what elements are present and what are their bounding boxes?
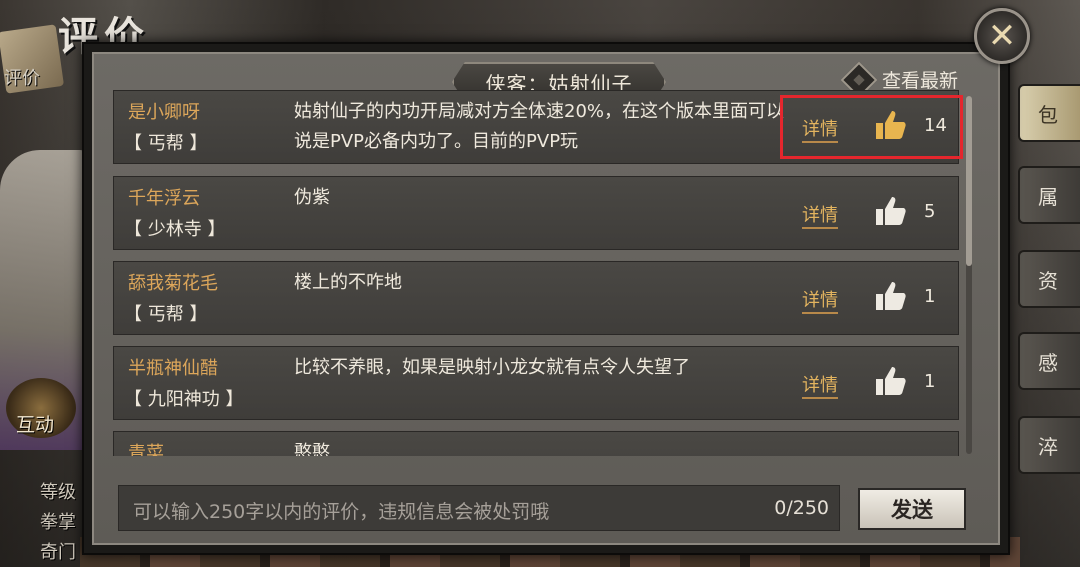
comment-list[interactable]: 是小卿呀 【 丐帮 】 姑射仙子的内功开局减对方全体速20%，在这个版本里面可以…: [113, 90, 959, 456]
detail-link[interactable]: 详情: [802, 371, 838, 399]
commenter-name[interactable]: 千年浮云: [128, 184, 200, 210]
check-latest-label: 查看最新: [881, 70, 958, 92]
review-input-placeholder: 可以输入250字以内的评价，违规信息会被处罚哦: [133, 501, 550, 523]
detail-link[interactable]: 详情: [802, 201, 838, 229]
comment-item: 是小卿呀 【 丐帮 】 姑射仙子的内功开局减对方全体速20%，在这个版本里面可以…: [113, 90, 959, 164]
tab-resources[interactable]: 资: [1018, 250, 1080, 308]
scrollbar-thumb[interactable]: [966, 96, 972, 266]
commenter-sect: 【 丐帮 】: [124, 133, 208, 154]
comment-text: 憨憨: [294, 442, 330, 456]
comment-text: 比较不养眼，如果是映射小龙女就有点令人失望了: [294, 357, 690, 378]
interact-label: 互动: [16, 414, 55, 436]
comment-item: 舔我菊花毛 【 丐帮 】 楼上的不咋地 详情 1: [113, 261, 959, 335]
commenter-sect: 【 九阳神功 】: [124, 389, 244, 410]
scrollbar[interactable]: [966, 96, 972, 454]
detail-link[interactable]: 详情: [802, 286, 838, 314]
send-button[interactable]: 发送: [858, 488, 966, 530]
like-count: 5: [924, 201, 936, 222]
commenter-sect: 【 丐帮 】: [124, 304, 208, 325]
level-label: 等级: [40, 482, 76, 503]
commenter-name[interactable]: 舔我菊花毛: [128, 269, 218, 295]
odd-school-label: 奇门: [40, 542, 76, 563]
comment-text: 楼上的不咋地: [294, 272, 402, 293]
comment-text: 伪紫: [294, 187, 330, 208]
thumbs-up-icon[interactable]: [872, 363, 908, 399]
thumbs-up-icon[interactable]: [872, 107, 908, 143]
fist-palm-label: 拳掌: [40, 512, 76, 533]
commenter-name[interactable]: 青菜: [128, 439, 164, 456]
detail-link[interactable]: 详情: [802, 115, 838, 143]
check-latest-button[interactable]: 查看最新: [840, 61, 958, 98]
comment-text: 姑射仙子的内功开局减对方全体速20%，在这个版本里面可以说是PVP必备内功了。目…: [294, 101, 784, 152]
commenter-name[interactable]: 是小卿呀: [128, 98, 200, 124]
char-counter: 0/250: [774, 497, 829, 519]
comment-item: 半瓶神仙醋 【 九阳神功 】 比较不养眼，如果是映射小龙女就有点令人失望了 详情…: [113, 346, 959, 420]
tab-bag[interactable]: 包: [1018, 84, 1080, 142]
comment-item: 青菜 憨憨: [113, 431, 959, 456]
tab-temper[interactable]: 淬: [1018, 416, 1080, 474]
thumbs-up-icon[interactable]: [872, 278, 908, 314]
like-count: 1: [924, 371, 936, 392]
review-input[interactable]: 可以输入250字以内的评价，违规信息会被处罚哦 0/250: [118, 485, 840, 531]
thumbs-up-icon[interactable]: [872, 193, 908, 229]
like-count: 1: [924, 286, 936, 307]
commenter-name[interactable]: 半瓶神仙醋: [128, 354, 218, 380]
like-count: 14: [924, 115, 947, 136]
tab-affection[interactable]: 感: [1018, 332, 1080, 390]
review-shortcut-label: 评价: [4, 68, 40, 89]
close-icon: ✕: [987, 16, 1017, 56]
close-button[interactable]: ✕: [974, 8, 1030, 64]
tab-attributes[interactable]: 属: [1018, 166, 1080, 224]
commenter-sect: 【 少林寺 】: [124, 219, 226, 240]
comment-item: 千年浮云 【 少林寺 】 伪紫 详情 5: [113, 176, 959, 250]
